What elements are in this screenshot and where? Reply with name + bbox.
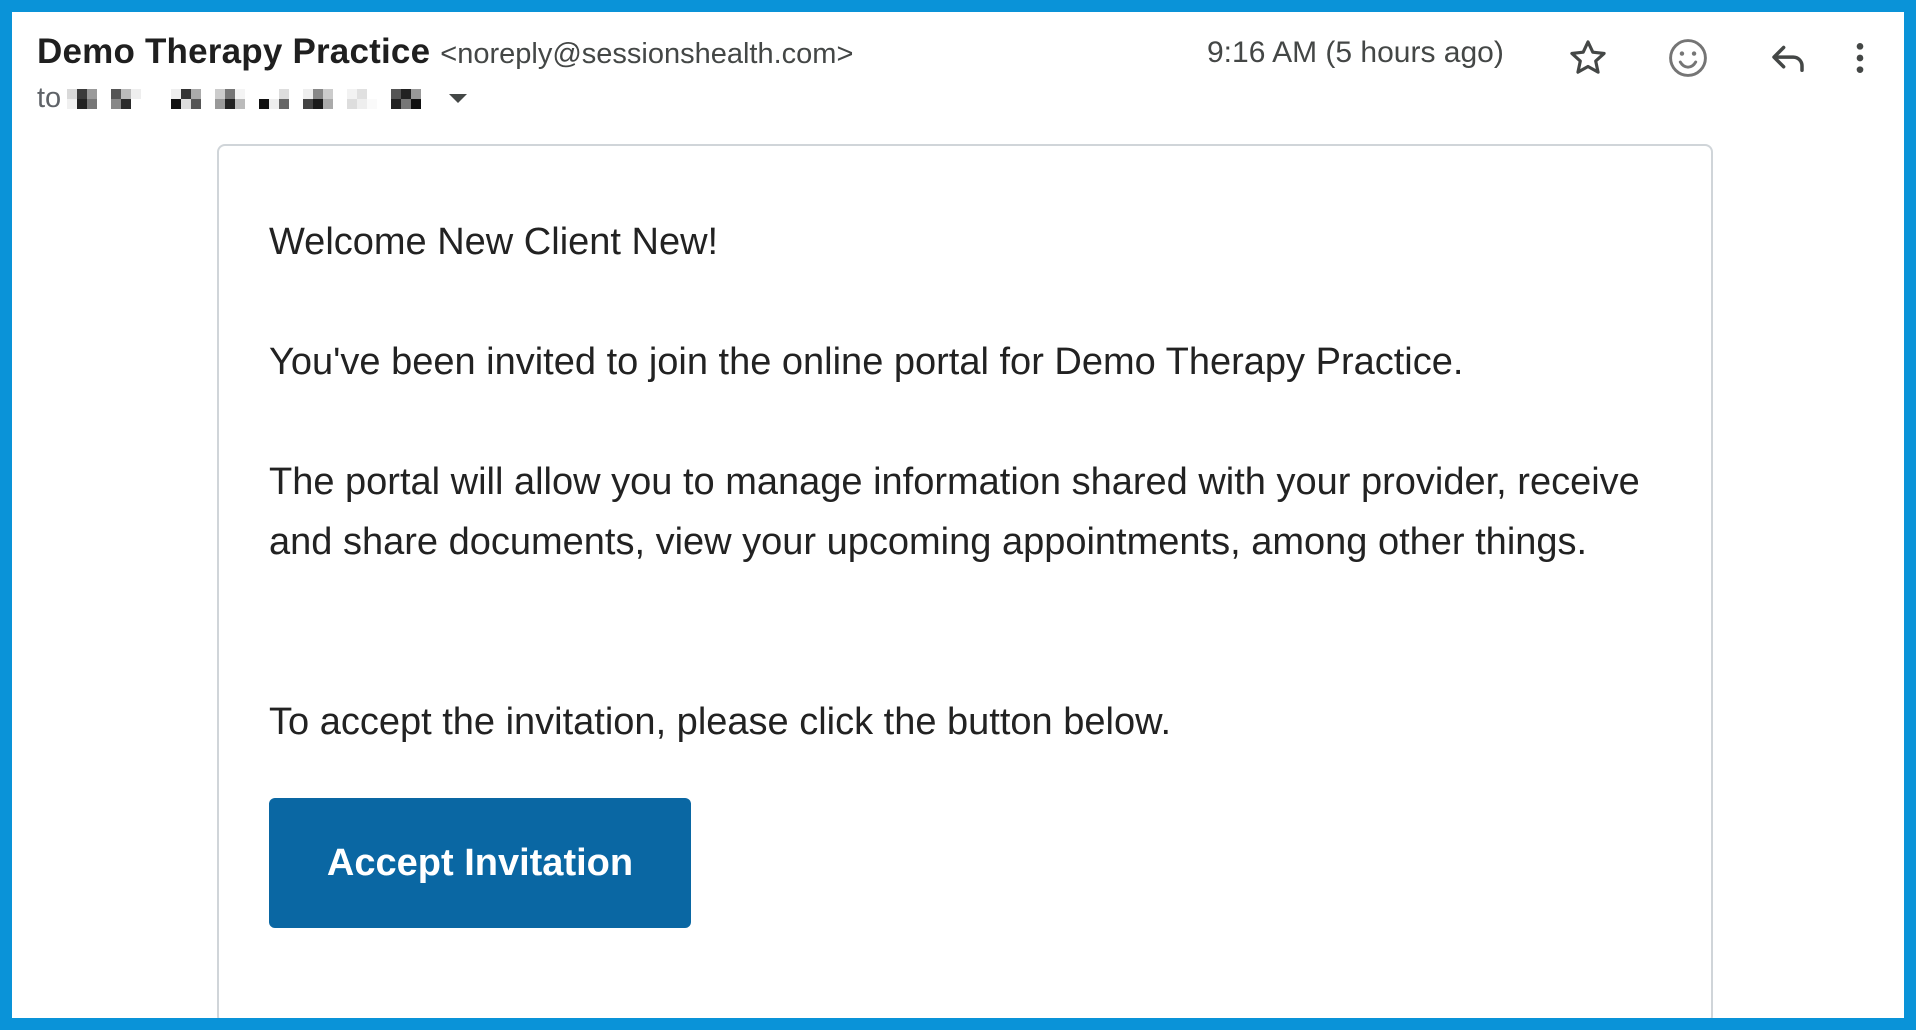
timestamp: 9:16 AM (5 hours ago) (1207, 36, 1504, 69)
sender-email: <noreply@sessionshealth.com> (440, 38, 854, 70)
details-paragraph: The portal will allow you to manage info… (269, 461, 1640, 563)
star-icon[interactable] (1560, 30, 1616, 86)
email-view: Demo Therapy Practice <noreply@sessionsh… (12, 12, 1904, 1018)
reply-icon[interactable] (1760, 30, 1816, 86)
greeting: Welcome New Client New! (269, 221, 719, 263)
recipient-details-caret-icon[interactable] (449, 94, 468, 103)
accept-invitation-button[interactable]: Accept Invitation (269, 798, 691, 928)
sender-line: Demo Therapy Practice <noreply@sessionsh… (37, 32, 853, 72)
message-card: Welcome New Client New! You've been invi… (217, 144, 1713, 1018)
sender-name[interactable]: Demo Therapy Practice (37, 32, 430, 72)
recipient-line: to (37, 82, 468, 115)
more-vert-icon[interactable] (1832, 30, 1888, 86)
redacted-recipient (67, 84, 468, 114)
smiley-icon[interactable] (1660, 30, 1716, 86)
intro-paragraph: You've been invited to join the online p… (269, 341, 1464, 383)
instruction-paragraph: To accept the invitation, please click t… (269, 701, 1171, 743)
to-label: to (37, 82, 62, 114)
